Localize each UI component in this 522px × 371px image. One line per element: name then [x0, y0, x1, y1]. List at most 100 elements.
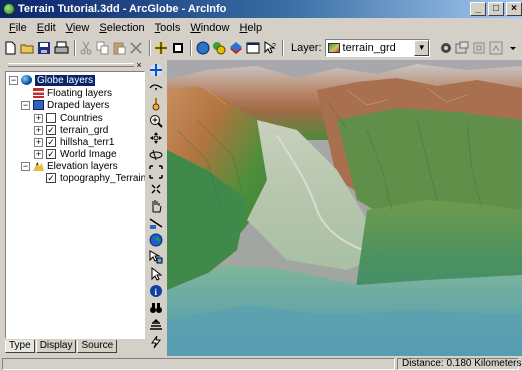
tab-type[interactable]: Type	[5, 340, 35, 353]
layer-visibility-checkbox[interactable]: ✓	[46, 137, 56, 147]
tab-display[interactable]: Display	[35, 340, 77, 353]
layer-stack-icon[interactable]	[148, 317, 164, 332]
tree-item-terrain-grd[interactable]: + ✓ terrain_grd	[34, 124, 108, 136]
full-extent-icon[interactable]	[148, 164, 164, 179]
layer-dropdown[interactable]: terrain_grd ▼	[324, 39, 431, 57]
target-icon[interactable]	[148, 96, 164, 111]
orbit-icon[interactable]	[148, 147, 164, 162]
animation-icon[interactable]	[212, 39, 227, 57]
toc-drag-handle[interactable]	[8, 63, 134, 67]
toolbar-separator	[148, 40, 151, 56]
expand-icon[interactable]: +	[34, 149, 43, 159]
layer-options-icon[interactable]	[455, 39, 470, 57]
status-distance: Distance: 0.180 Kilometers	[397, 358, 522, 370]
pan-icon[interactable]	[148, 130, 164, 145]
fly-icon[interactable]	[148, 79, 164, 94]
menu-bar: File Edit View Selection Tools Window He…	[0, 19, 522, 37]
layer-dropdown-value: terrain_grd	[342, 42, 396, 54]
layer-visibility-checkbox[interactable]: ✓	[46, 173, 56, 183]
menu-window[interactable]: Window	[185, 22, 234, 34]
delete-icon[interactable]	[129, 39, 144, 57]
arcglobe-app-icon[interactable]	[3, 3, 15, 15]
menu-tools[interactable]: Tools	[150, 22, 186, 34]
tree-item-globe-layers[interactable]: − Globe layers	[9, 74, 96, 86]
menu-edit[interactable]: Edit	[32, 22, 61, 34]
chevron-down-icon[interactable]: ▼	[414, 40, 430, 56]
layer-tree: − Globe layers Floating layers − Draped …	[5, 71, 146, 339]
collapse-icon[interactable]: −	[21, 100, 30, 110]
toolbar-separator	[73, 40, 76, 56]
layer-properties-icon[interactable]	[438, 39, 453, 57]
info-icon[interactable]: i	[148, 283, 164, 298]
globe-view[interactable]	[167, 60, 522, 356]
tree-item-label: topography_Terrain	[60, 172, 147, 184]
print-icon[interactable]	[54, 39, 69, 57]
tree-item-label: Countries	[60, 112, 103, 124]
tree-item-draped-layers[interactable]: − Draped layers	[21, 99, 109, 111]
tree-item-floating-layers[interactable]: Floating layers	[33, 87, 112, 99]
toolbar-separator	[190, 40, 193, 56]
copy-icon[interactable]	[95, 39, 110, 57]
terrain-3d-view[interactable]	[167, 60, 522, 356]
save-icon[interactable]	[37, 39, 52, 57]
identify-tool-icon[interactable]	[148, 249, 164, 264]
lightning-icon[interactable]	[148, 334, 164, 349]
close-button[interactable]: ×	[506, 2, 522, 16]
layer-3d-icon[interactable]	[229, 39, 244, 57]
tree-item-hillsha-terr1[interactable]: + ✓ hillsha_terr1	[34, 136, 114, 148]
expand-icon[interactable]: +	[34, 113, 43, 123]
minimize-button[interactable]: _	[470, 2, 486, 16]
full-screen-icon[interactable]	[170, 39, 185, 57]
tab-source[interactable]: Source	[77, 340, 118, 353]
overview-icon[interactable]	[489, 39, 504, 57]
find-icon[interactable]	[148, 300, 164, 315]
new-document-icon[interactable]	[3, 39, 18, 57]
status-bar: Distance: 0.180 Kilometers	[0, 357, 522, 371]
tree-item-label: Draped layers	[47, 99, 110, 111]
maximize-button[interactable]: □	[488, 2, 504, 16]
toc-close-icon[interactable]: ×	[134, 61, 144, 70]
zoom-in-out-icon[interactable]	[148, 113, 164, 128]
tree-item-elevation-layers[interactable]: − Elevation layers	[21, 160, 118, 172]
globe-properties-icon[interactable]	[195, 39, 210, 57]
tree-item-topography-terrain[interactable]: ✓ topography_Terrain	[46, 172, 146, 184]
tools-toolbar: i	[145, 60, 167, 356]
collapse-icon[interactable]: −	[9, 75, 18, 85]
paste-icon[interactable]	[112, 39, 127, 57]
layer-visibility-checkbox[interactable]	[46, 113, 56, 123]
raster-layer-icon	[327, 43, 340, 53]
measure-icon[interactable]	[148, 215, 164, 230]
layer-visibility-checkbox[interactable]: ✓	[46, 149, 56, 159]
open-folder-icon[interactable]	[20, 39, 35, 57]
menu-selection[interactable]: Selection	[94, 22, 149, 34]
table-of-contents: × − Globe layers Floating layers − Drape…	[2, 61, 146, 355]
svg-text:?: ?	[272, 43, 276, 50]
collapse-icon[interactable]: −	[21, 161, 30, 171]
status-message-pane	[2, 358, 395, 370]
toc-tab-strip: Type Display Source	[5, 340, 118, 354]
menu-file[interactable]: File	[4, 22, 32, 34]
zoom-to-layer-icon[interactable]	[148, 181, 164, 196]
navigate-icon[interactable]	[148, 62, 164, 77]
expand-icon[interactable]: +	[34, 137, 43, 147]
tree-item-countries[interactable]: + Countries	[34, 112, 103, 124]
menu-help[interactable]: Help	[234, 22, 267, 34]
cut-icon[interactable]	[79, 39, 94, 57]
tree-item-label: Globe layers	[35, 74, 96, 86]
expand-icon[interactable]: +	[34, 125, 43, 135]
window-icon[interactable]	[245, 39, 260, 57]
hand-icon[interactable]	[148, 198, 164, 213]
globe-icon	[21, 75, 32, 85]
toolbar-overflow-icon[interactable]	[505, 39, 520, 57]
menu-view[interactable]: View	[61, 22, 95, 34]
select-icon[interactable]	[148, 266, 164, 281]
whats-this-icon[interactable]: ?	[262, 39, 277, 57]
tree-item-world-image[interactable]: + ✓ World Image	[34, 148, 117, 160]
extent-icon[interactable]	[472, 39, 487, 57]
add-data-icon[interactable]	[154, 39, 169, 57]
layer-visibility-checkbox[interactable]: ✓	[46, 125, 56, 135]
globe-icon[interactable]	[148, 232, 164, 247]
tree-item-label: hillsha_terr1	[60, 136, 115, 148]
draped-layers-icon	[33, 100, 44, 110]
floating-layers-icon	[33, 88, 44, 98]
